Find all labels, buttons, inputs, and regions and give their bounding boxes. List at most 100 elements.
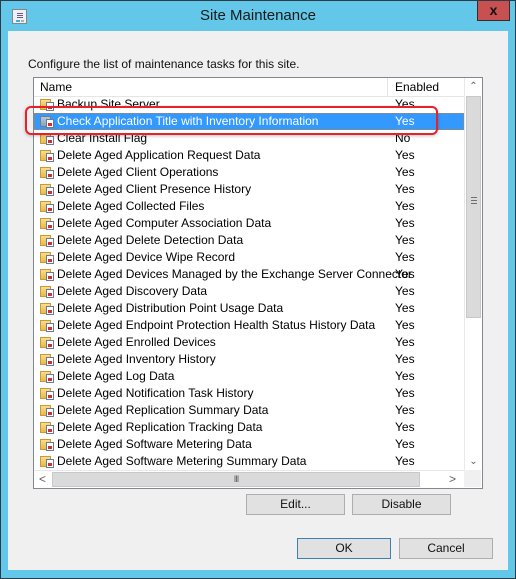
vertical-scrollbar[interactable]: ⌃ ⌄ [464, 78, 482, 470]
maintenance-task-icon [40, 268, 55, 281]
maintenance-task-icon [40, 217, 55, 230]
maintenance-task-icon [40, 234, 55, 247]
task-name: Delete Aged Endpoint Protection Health S… [57, 318, 376, 332]
task-name: Check Application Title with Inventory I… [57, 114, 319, 128]
task-enabled: Yes [395, 403, 415, 417]
list-item[interactable]: Delete Aged Distribution Point Usage Dat… [34, 300, 464, 317]
close-icon: x [489, 2, 498, 18]
task-enabled: Yes [395, 301, 415, 315]
task-name: Delete Aged Client Operations [57, 165, 219, 179]
task-name: Delete Aged Log Data [57, 369, 175, 383]
task-name: Delete Aged Device Wipe Record [57, 250, 236, 264]
ok-button[interactable]: OK [297, 538, 391, 559]
task-name: Delete Aged Distribution Point Usage Dat… [57, 301, 284, 315]
scroll-right-button[interactable]: > [444, 471, 461, 488]
list-item[interactable]: Delete Aged Devices Managed by the Excha… [34, 266, 464, 283]
task-name: Delete Aged Inventory History [57, 352, 216, 366]
list-item[interactable]: Delete Aged Replication Tracking Data Yes [34, 419, 464, 436]
list-item[interactable]: Delete Aged Discovery Data Yes [34, 283, 464, 300]
description-label: Configure the list of maintenance tasks … [28, 57, 300, 71]
task-name: Delete Aged Discovery Data [57, 284, 208, 298]
maintenance-task-icon [40, 370, 55, 383]
task-name: Delete Aged Replication Summary Data [57, 403, 269, 417]
window-title: Site Maintenance [200, 7, 316, 24]
maintenance-task-icon [40, 302, 55, 315]
list-item[interactable]: Delete Aged Log Data Yes [34, 368, 464, 385]
maintenance-task-icon [40, 404, 55, 417]
title-bar: Site Maintenance x [1, 1, 515, 31]
list-item[interactable]: Delete Aged Endpoint Protection Health S… [34, 317, 464, 334]
task-name: Delete Aged Collected Files [57, 199, 205, 213]
task-enabled: Yes [395, 284, 415, 298]
list-item[interactable]: Delete Aged Delete Detection Data Yes [34, 232, 464, 249]
task-name: Delete Aged Notification Task History [57, 386, 254, 400]
maintenance-task-icon [40, 200, 55, 213]
list-item[interactable]: Delete Aged Application Request Data Yes [34, 147, 464, 164]
scroll-left-button[interactable]: < [34, 471, 51, 488]
maintenance-task-icon [40, 438, 55, 451]
maintenance-task-icon [40, 183, 55, 196]
task-name: Delete Aged Computer Association Data [57, 216, 272, 230]
task-enabled: Yes [395, 199, 415, 213]
scroll-up-button[interactable]: ⌃ [465, 78, 482, 95]
list-item[interactable]: Delete Aged Client Presence History Yes [34, 181, 464, 198]
task-name: Delete Aged Application Request Data [57, 148, 261, 162]
list-item[interactable]: Delete Aged Enrolled Devices Yes [34, 334, 464, 351]
list-item[interactable]: Clear Install Flag No [34, 130, 464, 147]
column-header-enabled[interactable]: Enabled [389, 78, 464, 96]
list-item[interactable]: Delete Aged Device Wipe Record Yes [34, 249, 464, 266]
maintenance-task-icon [40, 319, 55, 332]
close-button[interactable]: x [477, 1, 510, 21]
task-enabled: Yes [395, 318, 415, 332]
horizontal-scrollbar[interactable]: < III > [34, 470, 464, 488]
edit-button[interactable]: Edit... [246, 494, 345, 515]
scrollbar-corner [464, 470, 481, 487]
list-item[interactable]: Delete Aged Notification Task History Yes [34, 385, 464, 402]
scroll-down-button[interactable]: ⌄ [465, 453, 482, 470]
disable-button[interactable]: Disable [352, 494, 451, 515]
task-enabled: Yes [395, 369, 415, 383]
horizontal-scroll-thumb[interactable]: III [52, 472, 420, 487]
list-item[interactable]: Delete Aged Inventory History Yes [34, 351, 464, 368]
task-enabled: Yes [395, 165, 415, 179]
list-item[interactable]: Delete Aged Collected Files Yes [34, 198, 464, 215]
list-header: Name Enabled [34, 78, 464, 97]
maintenance-task-icon [40, 98, 55, 111]
task-name: Clear Install Flag [57, 131, 148, 145]
task-enabled: Yes [395, 335, 415, 349]
task-enabled: Yes [395, 97, 415, 111]
list-item[interactable]: Delete Aged Client Operations Yes [34, 164, 464, 181]
column-header-name[interactable]: Name [34, 78, 388, 96]
task-name: Backup Site Server [57, 97, 160, 111]
task-enabled: Yes [395, 420, 415, 434]
maintenance-task-icon [40, 251, 55, 264]
list-item[interactable]: Delete Aged Software Metering Summary Da… [34, 453, 464, 470]
task-enabled: Yes [395, 216, 415, 230]
list-rows: Backup Site Server Yes Check Application T… [34, 96, 464, 470]
task-name: Delete Aged Enrolled Devices [57, 335, 216, 349]
task-enabled: Yes [395, 114, 415, 128]
task-name: Delete Aged Delete Detection Data [57, 233, 244, 247]
maintenance-task-icon [40, 336, 55, 349]
task-enabled: Yes [395, 148, 415, 162]
list-item[interactable]: Delete Aged Software Metering Data Yes [34, 436, 464, 453]
vertical-scroll-thumb[interactable] [466, 96, 481, 318]
maintenance-task-icon [40, 285, 55, 298]
list-item[interactable]: Delete Aged Replication Summary Data Yes [34, 402, 464, 419]
maintenance-task-icon [40, 132, 55, 145]
list-item[interactable]: Check Application Title with Inventory I… [34, 113, 464, 130]
maintenance-task-icon [40, 353, 55, 366]
task-enabled: Yes [395, 454, 415, 468]
maintenance-task-icon [40, 387, 55, 400]
task-name: Delete Aged Replication Tracking Data [57, 420, 263, 434]
site-maintenance-dialog: Site Maintenance x Configure the list of… [0, 0, 516, 579]
maintenance-task-list[interactable]: Name Enabled Backup Site Server Yes Check … [33, 77, 483, 489]
list-item[interactable]: Backup Site Server Yes [34, 96, 464, 113]
task-name: Delete Aged Software Metering Data [57, 437, 252, 451]
task-enabled: No [395, 131, 411, 145]
maintenance-task-icon [40, 149, 55, 162]
task-enabled: Yes [395, 250, 415, 264]
cancel-button[interactable]: Cancel [399, 538, 493, 559]
task-name: Delete Aged Devices Managed by the Excha… [57, 267, 412, 281]
list-item[interactable]: Delete Aged Computer Association Data Yes [34, 215, 464, 232]
